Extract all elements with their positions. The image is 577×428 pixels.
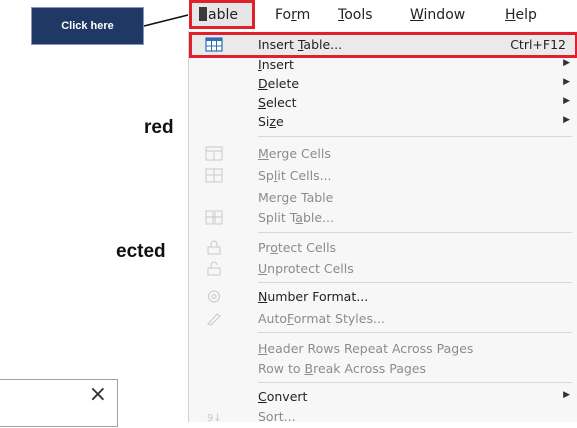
menu-help[interactable]: Help bbox=[505, 7, 537, 23]
autoformat-icon bbox=[207, 313, 221, 326]
menu-item-protect-cells[interactable]: Protect Cells bbox=[189, 237, 577, 259]
menu-item-header-rows-repeat[interactable]: Header Rows Repeat Across Pages bbox=[189, 338, 577, 360]
submenu-arrow-icon: ▶ bbox=[563, 390, 570, 400]
menu-item-convert[interactable]: Convert ▶ bbox=[189, 386, 577, 408]
dialog-fragment: × bbox=[0, 379, 118, 427]
menu-item-insert-table[interactable]: Insert Table... Ctrl+F12 bbox=[189, 34, 577, 56]
menu-item-split-table[interactable]: Split Table... bbox=[189, 207, 577, 229]
menu-item-row-to-break[interactable]: Row to Break Across Pages bbox=[189, 358, 577, 380]
split-cells-icon bbox=[205, 168, 223, 183]
unprotect-cells-icon bbox=[207, 261, 221, 276]
protect-cells-icon bbox=[207, 240, 221, 255]
menu-item-split-cells[interactable]: Split Cells... bbox=[189, 165, 577, 187]
menu-bar: able Form Tools Window Help bbox=[188, 0, 577, 31]
menu-window[interactable]: Window bbox=[410, 7, 465, 23]
number-format-icon bbox=[208, 290, 220, 303]
submenu-arrow-icon: ▶ bbox=[563, 77, 570, 87]
split-table-icon bbox=[205, 210, 223, 225]
menu-tools[interactable]: Tools bbox=[338, 7, 373, 23]
menu-separator bbox=[258, 382, 572, 383]
menu-separator bbox=[258, 232, 572, 233]
menu-item-number-format[interactable]: Number Format... bbox=[189, 286, 577, 308]
insert-table-icon bbox=[205, 37, 223, 52]
menu-item-autoformat-styles[interactable]: AutoFormat Styles... bbox=[189, 308, 577, 330]
menu-separator bbox=[258, 332, 572, 333]
svg-text:9↓: 9↓ bbox=[207, 413, 222, 424]
submenu-arrow-icon: ▶ bbox=[563, 115, 570, 125]
cursor-icon bbox=[199, 7, 207, 21]
shortcut-label: Ctrl+F12 bbox=[510, 37, 566, 52]
submenu-arrow-icon: ▶ bbox=[563, 58, 570, 68]
menu-item-merge-table[interactable]: Merge Table bbox=[189, 187, 577, 209]
background-text-2: ected bbox=[116, 241, 166, 262]
close-icon[interactable]: × bbox=[89, 384, 107, 406]
menu-separator bbox=[258, 136, 572, 137]
table-dropdown-menu: Insert Table... Ctrl+F12 Insert ▶ Delete… bbox=[188, 31, 577, 424]
menu-separator bbox=[258, 282, 572, 283]
menu-form[interactable]: Form bbox=[275, 7, 310, 23]
menu-item-merge-cells[interactable]: Merge Cells bbox=[189, 143, 577, 165]
menu-table[interactable]: able bbox=[199, 7, 238, 23]
background-text-1: red bbox=[144, 117, 174, 138]
submenu-arrow-icon: ▶ bbox=[563, 96, 570, 106]
menu-item-unprotect-cells[interactable]: Unprotect Cells bbox=[189, 258, 577, 280]
merge-cells-icon bbox=[205, 146, 223, 161]
menu-item-sort[interactable]: 9↓ Sort... bbox=[189, 406, 577, 428]
menu-item-size[interactable]: Size ▶ bbox=[189, 111, 577, 133]
